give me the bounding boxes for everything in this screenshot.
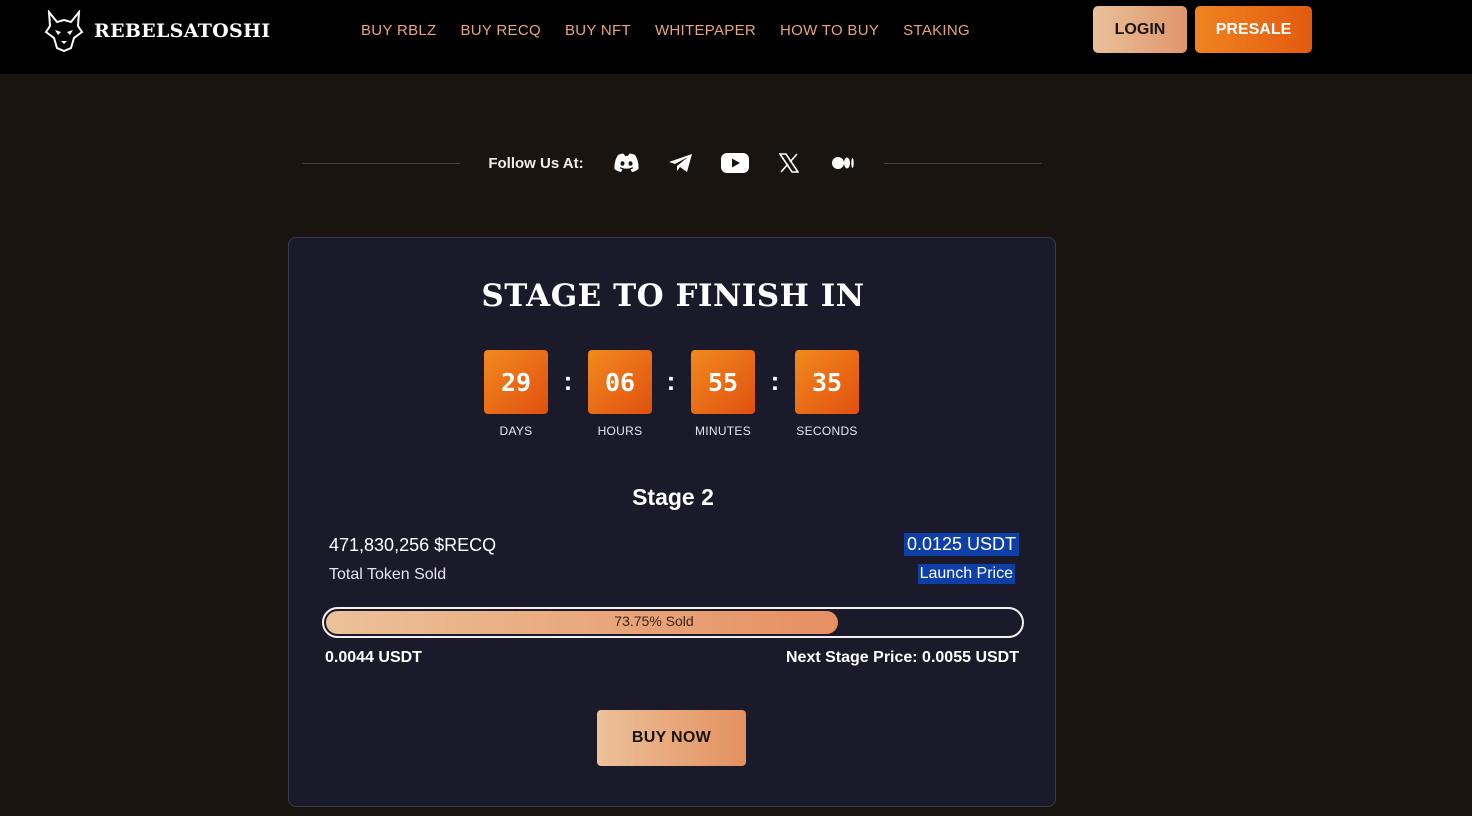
nav-how-to-buy[interactable]: HOW TO BUY	[780, 22, 879, 39]
countdown-minutes: 55 MINUTES	[691, 350, 755, 438]
launch-price-label: Launch Price	[917, 564, 1015, 584]
x-icon[interactable]	[774, 151, 804, 175]
nav-whitepaper[interactable]: WHITEPAPER	[655, 22, 756, 39]
countdown-hours-value: 06	[588, 350, 652, 414]
divider-right	[883, 162, 1042, 164]
launch-price-value: 0.0125 USDT	[903, 533, 1019, 556]
nav-buy-rblz[interactable]: BUY RBLZ	[361, 22, 436, 39]
brand-logo[interactable]: REBELSATOSHI	[44, 10, 270, 52]
follow-us-row: Follow Us At:	[302, 146, 1042, 180]
countdown-timer: 29 DAYS : 06 HOURS : 55 MINUTES : 35 SEC…	[484, 350, 860, 440]
nav-staking[interactable]: STAKING	[903, 22, 970, 39]
follow-us-label: Follow Us At:	[488, 154, 584, 172]
sale-progress-bar: 73.75% Sold	[322, 607, 1024, 638]
social-links	[612, 151, 858, 175]
top-navbar: REBELSATOSHI BUY RBLZ BUY RECQ BUY NFT W…	[0, 0, 1472, 74]
wolf-logo-icon	[44, 10, 84, 52]
brand-name: REBELSATOSHI	[94, 20, 271, 42]
login-button[interactable]: LOGIN	[1093, 6, 1187, 53]
stage-name: Stage 2	[632, 484, 714, 510]
discord-icon[interactable]	[612, 151, 642, 175]
nav-buy-recq[interactable]: BUY RECQ	[460, 22, 540, 39]
countdown-minutes-value: 55	[691, 350, 755, 414]
presale-button[interactable]: PRESALE	[1195, 6, 1312, 53]
countdown-separator: :	[770, 366, 780, 396]
telegram-icon[interactable]	[666, 151, 696, 175]
countdown-separator: :	[563, 366, 573, 396]
countdown-hours: 06 HOURS	[588, 350, 652, 438]
main-nav: BUY RBLZ BUY RECQ BUY NFT WHITEPAPER HOW…	[361, 0, 970, 60]
countdown-seconds-label: SECONDS	[796, 424, 858, 438]
current-price: 0.0044 USDT	[325, 649, 422, 666]
countdown-separator: :	[666, 366, 676, 396]
presale-card: STAGE TO FINISH IN 29 DAYS : 06 HOURS : …	[288, 237, 1056, 807]
tokens-sold-value: 471,830,256 $RECQ	[329, 535, 497, 555]
medium-icon[interactable]	[828, 151, 858, 175]
countdown-seconds: 35 SECONDS	[795, 350, 859, 438]
divider-left	[302, 162, 461, 164]
countdown-minutes-label: MINUTES	[694, 424, 752, 438]
next-stage-price: Next Stage Price: 0.0055 USDT	[786, 649, 1019, 666]
sale-progress-text: 73.75% Sold	[614, 613, 694, 629]
stage-countdown-title: STAGE TO FINISH IN	[481, 278, 865, 314]
countdown-days-value: 29	[484, 350, 548, 414]
nav-buy-nft[interactable]: BUY NFT	[565, 22, 631, 39]
buy-now-button[interactable]: BUY NOW	[597, 710, 746, 766]
countdown-days: 29 DAYS	[484, 350, 548, 438]
tokens-sold-label: Total Token Sold	[329, 566, 447, 583]
countdown-seconds-value: 35	[795, 350, 859, 414]
countdown-days-label: DAYS	[499, 424, 533, 438]
youtube-icon[interactable]	[720, 151, 750, 175]
countdown-hours-label: HOURS	[597, 424, 643, 438]
